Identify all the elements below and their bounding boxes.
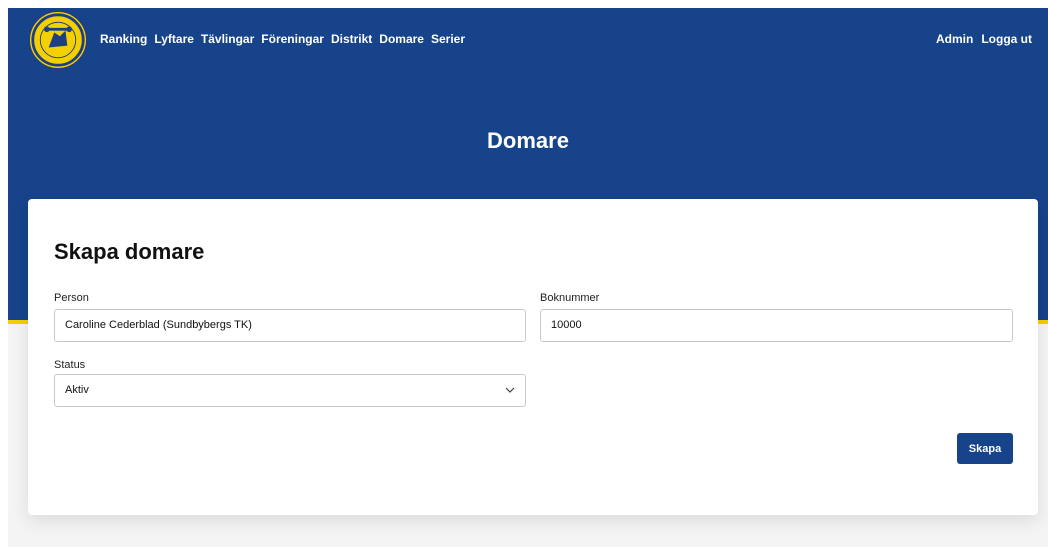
person-field[interactable]: Caroline Cederblad (Sundbybergs TK): [54, 309, 526, 342]
status-select[interactable]: Aktiv: [54, 374, 526, 407]
page-title: Domare: [487, 128, 569, 153]
create-referee-card: Skapa domare Person Caroline Cederblad (…: [28, 199, 1038, 515]
status-label: Status: [54, 359, 86, 371]
nav-item-foreningar[interactable]: Föreningar: [261, 32, 324, 46]
form-heading: Skapa domare: [54, 239, 205, 264]
boknummer-field[interactable]: 10000: [540, 309, 1013, 342]
user-nav: Admin Logga ut: [936, 32, 1032, 46]
nav-item-distrikt[interactable]: Distrikt: [331, 32, 372, 46]
nav-item-tavlingar[interactable]: Tävlingar: [201, 32, 254, 46]
nav-item-lyftare[interactable]: Lyftare: [154, 32, 194, 46]
boknummer-label: Boknummer: [540, 292, 600, 304]
nav-item-ranking[interactable]: Ranking: [100, 32, 147, 46]
main-nav: Ranking Lyftare Tävlingar Föreningar Dis…: [100, 32, 465, 46]
create-button[interactable]: Skapa: [957, 433, 1013, 464]
nav-item-serier[interactable]: Serier: [431, 32, 465, 46]
status-selected-value: Aktiv: [65, 384, 89, 396]
top-navbar: Ranking Lyftare Tävlingar Föreningar Dis…: [8, 8, 1048, 72]
admin-link[interactable]: Admin: [936, 32, 973, 46]
nav-item-domare[interactable]: Domare: [379, 32, 424, 46]
chevron-down-icon: [505, 385, 515, 395]
page-frame: Ranking Lyftare Tävlingar Föreningar Dis…: [8, 8, 1048, 547]
person-label: Person: [54, 292, 89, 304]
federation-logo-icon[interactable]: [28, 10, 88, 70]
logout-link[interactable]: Logga ut: [981, 32, 1032, 46]
